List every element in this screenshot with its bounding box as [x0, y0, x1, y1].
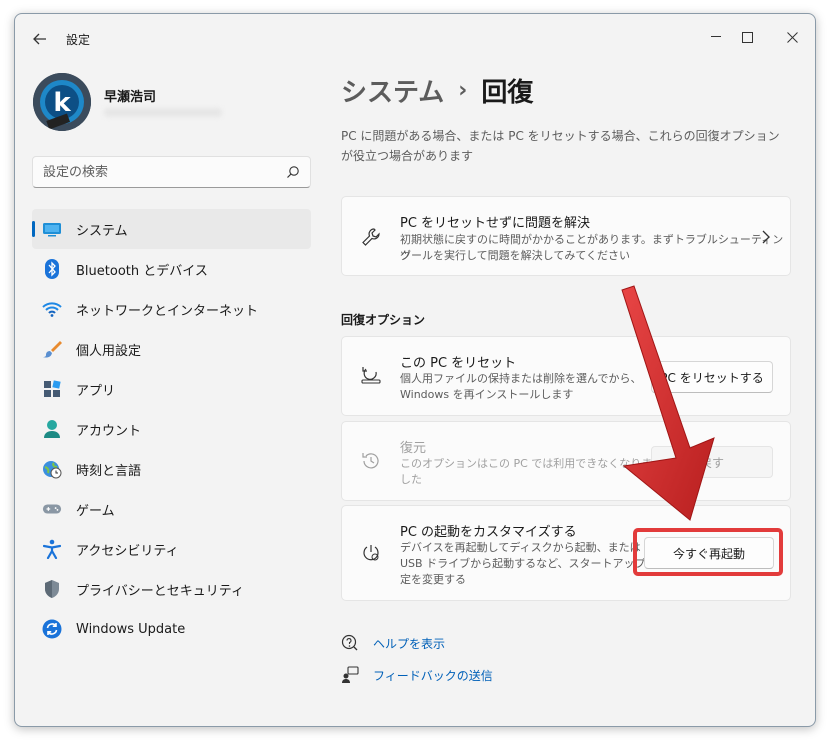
reset-desc-line2: Windows を再インストールします	[400, 388, 574, 401]
account-icon	[42, 419, 62, 439]
breadcrumb-separator: ›	[458, 78, 468, 103]
globe-clock-icon	[42, 459, 62, 479]
help-icon	[341, 634, 359, 652]
sidebar-item-label: Bluetooth とデバイス	[76, 263, 208, 279]
reset-desc-line1: 個人用ファイルの保持または削除を選んでから、	[400, 372, 642, 385]
history-icon	[360, 450, 382, 472]
wifi-icon	[42, 299, 62, 319]
sidebar-item-label: 時刻と言語	[76, 463, 142, 479]
maximize-icon	[741, 31, 753, 43]
avatar-image: k	[33, 73, 91, 131]
sidebar-item-accounts[interactable]: アカウント	[32, 409, 311, 449]
chevron-right-icon	[762, 230, 770, 244]
sidebar-item-label: プライバシーとセキュリティ	[76, 583, 244, 599]
sidebar-item-gaming[interactable]: ゲーム	[32, 489, 311, 529]
feedback-icon	[341, 666, 359, 684]
sidebar-item-accessibility[interactable]: アクセシビリティ	[32, 529, 311, 569]
intro-text: PC に問題がある場合、または PC をリセットする場合、これらの回復オプション…	[341, 129, 780, 163]
restore-title: 復元	[400, 441, 427, 456]
settings-window: 設定 k 早瀬浩司 設定の検索 システム Bluetooth とデバイス ネット…	[14, 13, 816, 727]
maximize-button[interactable]	[730, 22, 764, 52]
startup-desc-line3: 定を変更する	[400, 573, 466, 586]
update-icon	[42, 619, 62, 639]
section-heading: 回復オプション	[341, 313, 426, 327]
startup-desc-line1: デバイスを再起動してディスクから起動、または	[400, 541, 641, 554]
avatar[interactable]: k	[33, 73, 91, 131]
troubleshoot-desc-line2: ツールを実行して問題を解決してみてください	[400, 249, 631, 262]
restore-card: 復元 このオプションはこの PC では利用できなくなりま した 戻す	[341, 421, 791, 501]
startup-icon	[360, 542, 382, 564]
sidebar-item-apps[interactable]: アプリ	[32, 369, 311, 409]
breadcrumb: システム › 回復	[341, 72, 533, 109]
troubleshoot-title: PC をリセットせずに問題を解決	[400, 216, 591, 231]
gamepad-icon	[42, 499, 62, 519]
sidebar-item-label: ネットワークとインターネット	[76, 303, 259, 319]
sidebar-item-label: 個人用設定	[76, 343, 142, 359]
system-icon	[42, 219, 62, 239]
search-box[interactable]	[32, 156, 311, 188]
sidebar-item-privacy[interactable]: プライバシーとセキュリティ	[32, 569, 311, 609]
shield-icon	[42, 579, 62, 599]
sidebar-item-label: システム	[76, 223, 128, 239]
search-input[interactable]	[43, 157, 273, 187]
annotation-highlight-box	[633, 528, 783, 576]
minimize-icon	[711, 36, 721, 37]
reset-pc-button[interactable]: PC をリセットする	[651, 361, 773, 393]
help-link-text[interactable]: ヘルプを表示	[373, 635, 445, 652]
accessibility-icon	[42, 539, 62, 559]
sidebar-item-windows-update[interactable]: Windows Update	[32, 609, 311, 649]
restore-desc-line1: このオプションはこの PC では利用できなくなりま	[400, 457, 653, 470]
sidebar-nav: システム Bluetooth とデバイス ネットワークとインターネット 個人用設…	[32, 209, 311, 649]
user-name: 早瀬浩司	[104, 90, 157, 105]
sidebar-item-personalization[interactable]: 個人用設定	[32, 329, 311, 369]
restore-button[interactable]: 戻す	[651, 446, 773, 478]
back-button[interactable]	[29, 28, 51, 50]
user-email-redacted	[104, 108, 222, 117]
search-icon[interactable]	[286, 165, 300, 179]
close-button[interactable]	[775, 22, 809, 52]
restore-desc-line2: した	[400, 473, 422, 486]
reset-title: この PC をリセット	[400, 356, 517, 371]
page-title: 回復	[481, 78, 534, 108]
startup-title: PC の起動をカスタマイズする	[400, 525, 577, 540]
troubleshoot-card[interactable]: PC をリセットせずに問題を解決 初期状態に戻すのに時間がかかることがあります。…	[341, 196, 791, 276]
feedback-link-text[interactable]: フィードバックの送信	[373, 667, 493, 684]
sidebar-item-network[interactable]: ネットワークとインターネット	[32, 289, 311, 329]
close-icon	[786, 31, 798, 43]
sidebar-item-label: アクセシビリティ	[76, 543, 179, 559]
sidebar-item-label: Windows Update	[76, 621, 186, 637]
sidebar-item-label: アカウント	[76, 423, 142, 439]
svg-text:k: k	[53, 88, 71, 118]
sidebar-item-bluetooth[interactable]: Bluetooth とデバイス	[32, 249, 311, 289]
wrench-icon	[360, 226, 382, 248]
help-link[interactable]: ヘルプを表示	[341, 634, 445, 652]
startup-desc-line2: USB ドライブから起動するなど、スタートアップ設	[400, 557, 657, 570]
sidebar-item-label: アプリ	[76, 383, 116, 399]
apps-icon	[42, 379, 62, 399]
brush-icon	[42, 339, 62, 359]
sidebar-item-system[interactable]: システム	[32, 209, 311, 249]
breadcrumb-parent[interactable]: システム	[341, 72, 444, 109]
window-title: 設定	[66, 33, 91, 47]
back-arrow-icon	[33, 33, 46, 45]
minimize-button[interactable]	[699, 22, 733, 52]
reset-pc-card: この PC をリセット 個人用ファイルの保持または削除を選んでから、 Windo…	[341, 336, 791, 416]
bluetooth-icon	[42, 259, 62, 279]
feedback-link[interactable]: フィードバックの送信	[341, 666, 493, 684]
title-bar: 設定	[15, 14, 815, 62]
reset-icon	[360, 364, 382, 386]
sidebar-item-time-language[interactable]: 時刻と言語	[32, 449, 311, 489]
sidebar-item-label: ゲーム	[76, 503, 115, 519]
